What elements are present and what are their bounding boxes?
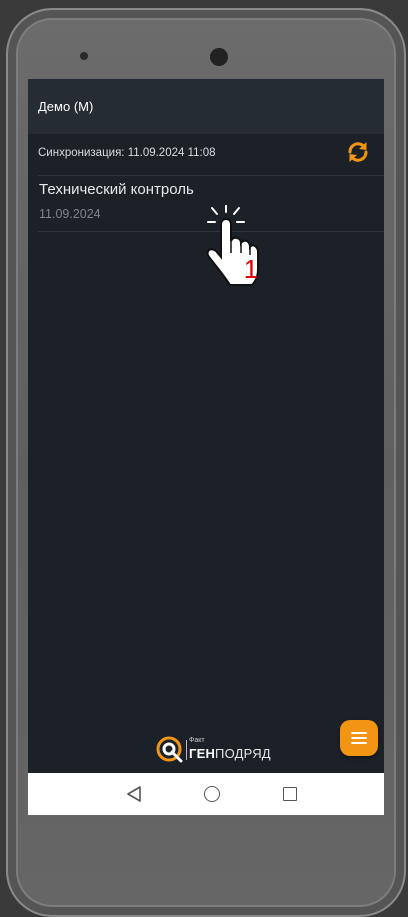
logo-brand-regular: ПОДРЯД xyxy=(215,746,271,761)
menu-icon xyxy=(351,732,367,734)
sync-icon[interactable] xyxy=(344,138,372,166)
home-icon[interactable] xyxy=(204,786,220,802)
sync-status: Синхронизация: 11.09.2024 11:08 xyxy=(38,147,216,159)
app-screen: Демо (М) Синхронизация: 11.09.2024 11:08… xyxy=(28,79,384,815)
tap-hint-hand-icon: 1 xyxy=(206,205,259,286)
list-item-date: 11.09.2024 xyxy=(39,207,101,221)
menu-fab-button[interactable] xyxy=(340,720,378,756)
app-title: Демо (М) xyxy=(38,99,94,114)
sync-row: Синхронизация: 11.09.2024 11:08 xyxy=(28,134,384,175)
logo-separator xyxy=(186,740,187,760)
step-number: 1 xyxy=(244,254,258,284)
logo-brand-bold: ГЕН xyxy=(189,746,216,761)
sensor-dot xyxy=(80,52,88,60)
back-icon[interactable] xyxy=(126,785,142,803)
logo-brand-text: ГЕНПОДРЯД xyxy=(189,746,271,761)
system-nav-bar xyxy=(28,773,384,815)
front-camera xyxy=(210,48,228,66)
logo-q-icon xyxy=(156,736,183,763)
recent-apps-icon[interactable] xyxy=(283,787,297,801)
logo-small-text: Факт xyxy=(189,737,205,744)
app-bar: Демо (М) xyxy=(28,79,384,134)
list-item-title: Технический контроль xyxy=(39,181,194,198)
brand-logo: Факт ГЕНПОДРЯД xyxy=(156,736,276,764)
